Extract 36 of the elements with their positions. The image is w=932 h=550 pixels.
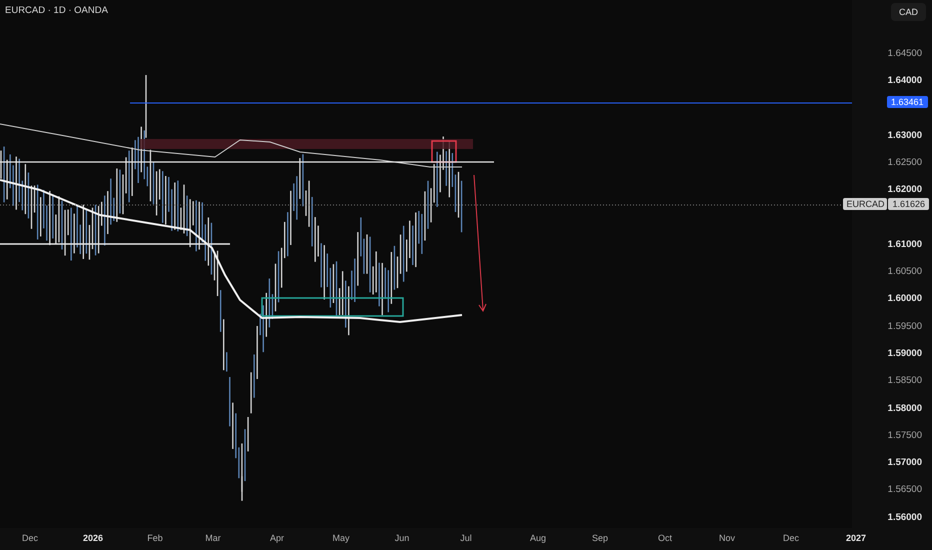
price-label: 1.60500 <box>888 266 923 278</box>
date-label: Aug <box>530 533 546 543</box>
price-tag: 1.61626 <box>888 198 929 210</box>
date-label: Dec <box>22 533 38 543</box>
price-label: 1.58500 <box>888 375 923 388</box>
price-label: 1.56000 <box>888 512 923 524</box>
price-label: 1.64500 <box>888 48 923 60</box>
price-tag: 1.63461 <box>887 96 928 108</box>
price-label: 1.58000 <box>888 402 923 414</box>
date-label: Nov <box>719 533 735 543</box>
currency-button[interactable]: CAD <box>890 3 926 21</box>
symbol-title: EURCAD · 1D · OANDA <box>5 5 108 16</box>
price-label: 1.62500 <box>888 156 923 169</box>
price-label: 1.60000 <box>888 293 923 306</box>
date-label: Jul <box>460 533 472 543</box>
price-label: 1.56500 <box>888 484 923 496</box>
price-label: 1.59500 <box>888 320 923 333</box>
price-label: 1.57500 <box>888 430 923 442</box>
date-label: Mar <box>205 533 221 543</box>
date-label: Sep <box>592 533 608 543</box>
price-label: 1.59000 <box>888 348 923 360</box>
date-label: Jun <box>394 533 410 543</box>
price-label: 1.61000 <box>888 238 923 251</box>
date-label: 2027 <box>846 533 866 543</box>
date-label: 2026 <box>82 533 104 543</box>
price-label: 1.63000 <box>888 130 923 142</box>
price-label: 1.57000 <box>888 457 923 470</box>
date-label: Oct <box>658 533 672 543</box>
date-label: Apr <box>270 533 284 543</box>
date-label: Feb <box>147 533 163 543</box>
price-label: 1.64000 <box>888 74 923 87</box>
date-label: Dec <box>783 533 799 543</box>
highlight-box <box>431 140 457 163</box>
price-label: 1.62000 <box>888 184 923 196</box>
date-label: May <box>332 533 350 543</box>
symbol-tag: EURCAD <box>843 198 888 210</box>
